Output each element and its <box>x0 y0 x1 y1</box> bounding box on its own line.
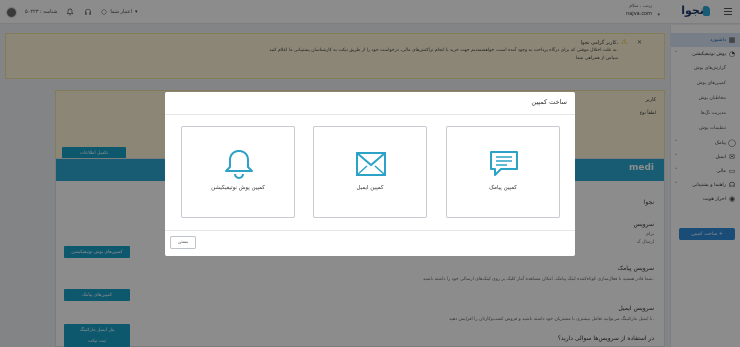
option-label: کمپین ایمیل <box>356 185 384 191</box>
envelope-icon <box>356 152 386 176</box>
sms-campaign-option[interactable]: کمپین پیامک <box>446 126 560 218</box>
divider <box>165 114 575 115</box>
bell-icon <box>225 150 253 179</box>
push-campaign-option[interactable]: کمپین پوش نوتیفیکیشن <box>181 126 295 218</box>
modal-title: ساخت کمپین <box>531 98 567 106</box>
option-label: کمپین پوش نوتیفیکیشن <box>211 185 265 191</box>
divider <box>165 230 575 231</box>
create-campaign-modal: ساخت کمپین کمپین پیامک کمپین ایمیل کمپین… <box>165 92 575 256</box>
option-label: کمپین پیامک <box>489 185 517 191</box>
modal-close-button[interactable]: بستن <box>170 236 196 249</box>
sms-bubble-icon <box>490 151 518 176</box>
email-campaign-option[interactable]: کمپین ایمیل <box>313 126 427 218</box>
